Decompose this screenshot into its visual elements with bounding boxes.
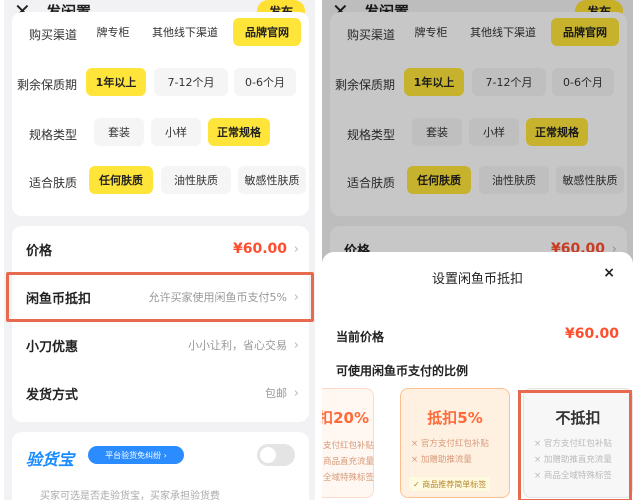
price-row[interactable]: 价格 ¥60.00 ›	[12, 226, 309, 272]
option-chip-selected[interactable]: 品牌官网	[233, 18, 301, 46]
sheet-title: 设置闲鱼币抵扣	[431, 272, 523, 287]
option-item: × 官方支付红包补贴	[411, 439, 489, 449]
highlight-box	[6, 272, 314, 322]
screenshot-comparison: ✕ 发闲置 发布 购买渠道 牌专柜 其他线下渠道 品牌官网 剩余保质期 1年以上…	[0, 0, 639, 500]
knife-discount-row[interactable]: 小刀优惠 小小让利，省心交易 ›	[12, 322, 309, 368]
option-chip-selected[interactable]: 任何肤质	[89, 166, 153, 194]
option-head: 抵扣5%	[427, 409, 483, 427]
price-label: 价格	[26, 243, 53, 259]
option-chip-selected[interactable]: 1年以上	[86, 68, 146, 96]
current-price-label: 当前价格	[336, 330, 385, 344]
spec-label: 适合肤质	[29, 176, 78, 190]
option-card-20[interactable]: 抵扣20% 支付红包补贴 商品直充流量 全域特殊标签	[322, 388, 374, 498]
coin-sheet-screen: ✕ 发闲置 发布 购买渠道 牌专柜 其他线下渠道 品牌官网 剩余保质期 1年以上…	[322, 0, 633, 500]
option-head: 抵扣20%	[322, 409, 369, 427]
inspection-badge[interactable]: 平台验货免纠纷 ›	[88, 446, 184, 464]
option-item: 全域特殊标签	[323, 473, 375, 483]
option-chip[interactable]: 0-6个月	[234, 68, 296, 96]
inspection-logo: 验货宝	[26, 450, 75, 469]
option-chip[interactable]: 小样	[151, 118, 201, 146]
option-item: 商品直充流量	[323, 457, 375, 467]
spec-label: 规格类型	[29, 128, 78, 142]
knife-discount-label: 小刀优惠	[26, 339, 79, 355]
settings-list: 价格 ¥60.00 › 闲鱼币抵扣 允许买家使用闲鱼币支付5% › 小刀优惠 小…	[6, 226, 314, 422]
publish-screen: ✕ 发闲置 发布 购买渠道 牌专柜 其他线下渠道 品牌官网 剩余保质期 1年以上…	[4, 0, 315, 500]
option-chip-selected[interactable]: 正常规格	[208, 118, 270, 146]
current-price-value: ¥60.00	[564, 326, 619, 342]
chevron-right-icon: ›	[293, 337, 299, 353]
option-item: ✓ 商品推荐简单标签	[409, 477, 491, 491]
shipping-label: 发货方式	[26, 387, 79, 403]
option-chip[interactable]: 油性肤质	[161, 166, 231, 194]
option-card-5[interactable]: 抵扣5% × 官方支付红包补贴 × 加赠助推流量 ✓ 商品推荐简单标签	[400, 388, 510, 498]
option-chip[interactable]: 7-12个月	[154, 68, 228, 96]
spec-row-channel: 购买渠道 牌专柜 其他线下渠道 品牌官网	[12, 18, 309, 48]
option-item: × 加赠助推流量	[411, 455, 472, 465]
spec-row-skin: 适合肤质 任何肤质 油性肤质 敏感性肤质	[12, 166, 309, 196]
spec-card: 购买渠道 牌专柜 其他线下渠道 品牌官网 剩余保质期 1年以上 7-12个月 0…	[12, 12, 309, 216]
shipping-row[interactable]: 发货方式 包邮 ›	[12, 370, 309, 416]
price-value: ¥60.00	[232, 241, 287, 257]
spec-row-shelf-life: 剩余保质期 1年以上 7-12个月 0-6个月	[12, 68, 309, 98]
chevron-right-icon: ›	[293, 241, 299, 257]
close-icon[interactable]: ×	[603, 265, 615, 281]
option-chip[interactable]: 牌专柜	[84, 18, 142, 46]
spec-label: 剩余保质期	[17, 78, 78, 92]
option-chip[interactable]: 其他线下渠道	[144, 18, 226, 46]
chevron-right-icon: ›	[293, 385, 299, 401]
shipping-value: 包邮	[265, 387, 287, 400]
spec-row-type: 规格类型 套装 小样 正常规格	[12, 118, 309, 148]
option-item: 支付红包补贴	[323, 441, 375, 451]
spec-label: 购买渠道	[29, 28, 78, 42]
option-chip[interactable]: 套装	[94, 118, 144, 146]
ratio-label: 可使用闲鱼币支付的比例	[336, 364, 469, 378]
inspection-toggle[interactable]	[257, 444, 295, 466]
knife-discount-value: 小小让利，省心交易	[188, 339, 287, 352]
option-chip[interactable]: 敏感性肤质	[238, 166, 306, 194]
highlight-box	[518, 390, 632, 500]
inspection-card: 验货宝 平台验货免纠纷 › 买家可选是否走验货宝，买家承担验货费	[12, 432, 309, 500]
inspection-desc: 买家可选是否走验货宝，买家承担验货费	[40, 491, 220, 500]
